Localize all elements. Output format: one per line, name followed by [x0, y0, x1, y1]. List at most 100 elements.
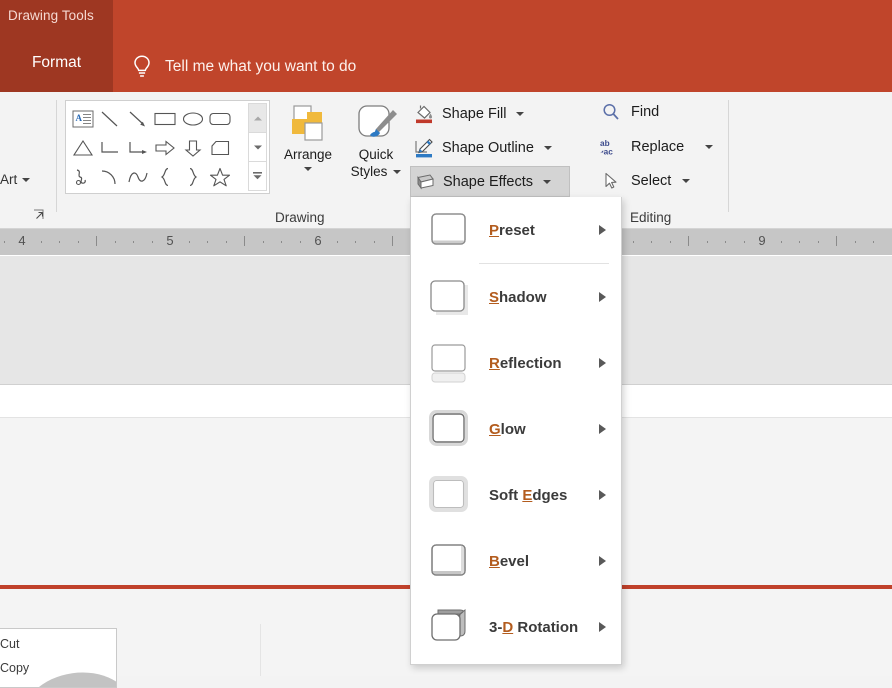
scribble-shape[interactable]	[69, 163, 97, 192]
context-menu-item-cut[interactable]: Cut	[0, 637, 19, 651]
triangle-shape[interactable]	[69, 133, 97, 162]
menu-item-soft-edges[interactable]: Soft Edges	[411, 462, 621, 528]
scroll-up-icon[interactable]	[248, 103, 267, 132]
find-button[interactable]: Find	[600, 98, 659, 126]
shape-fill-button[interactable]: Shape Fill	[410, 98, 530, 129]
shapes-gallery[interactable]: A	[65, 100, 270, 194]
rotation-3d-effect-icon	[427, 605, 471, 649]
select-label: Select	[631, 173, 671, 189]
menu-item-label: Reflection	[489, 355, 562, 372]
bevel-effect-icon	[427, 539, 471, 583]
right-brace-shape[interactable]	[179, 163, 207, 192]
context-menu-item-copy[interactable]: Copy	[0, 661, 29, 675]
chevron-down-icon	[516, 112, 524, 116]
tell-me-box[interactable]: Tell me what you want to do	[131, 52, 356, 82]
context-menu-fragment[interactable]: Cut Copy	[0, 628, 117, 688]
ruler-tick	[133, 241, 134, 243]
submenu-arrow-icon	[599, 358, 606, 368]
shape-outline-button[interactable]: Shape Outline	[410, 132, 558, 163]
textbox-shape[interactable]: A	[69, 104, 97, 133]
right-arrow-shape[interactable]	[152, 133, 180, 162]
arrange-button[interactable]: Arrange	[276, 100, 340, 175]
ruler-tick	[688, 236, 689, 246]
menu-item-shadow[interactable]: Shadow	[411, 264, 621, 330]
ruler-tick	[281, 241, 282, 243]
wordart-label: Art	[0, 172, 17, 187]
curve-shape[interactable]	[124, 163, 152, 192]
magnifier-icon	[600, 102, 622, 122]
menu-item-bevel[interactable]: Bevel	[411, 528, 621, 594]
rectangle-shape[interactable]	[152, 104, 180, 133]
submenu-arrow-icon	[599, 556, 606, 566]
lightbulb-icon	[131, 54, 153, 80]
ruler-tick	[855, 241, 856, 243]
arc-shape[interactable]	[97, 163, 125, 192]
shapes-grid: A	[69, 104, 234, 192]
down-arrow-shape[interactable]	[179, 133, 207, 162]
ruler-tick	[670, 241, 671, 243]
chevron-down-icon	[682, 179, 690, 183]
find-label: Find	[631, 104, 659, 120]
elbow-connector-shape[interactable]	[97, 133, 125, 162]
decorative-gray-shape	[18, 666, 117, 688]
replace-button[interactable]: ab ac Replace	[600, 133, 713, 161]
chevron-down-icon	[304, 167, 312, 171]
paint-bucket-icon	[413, 103, 435, 125]
menu-item-preset[interactable]: Preset	[411, 197, 621, 263]
ruler-tick	[115, 241, 116, 243]
ruler-tick	[226, 241, 227, 243]
gallery-more-icon[interactable]	[248, 161, 267, 191]
shape-effects-dropdown[interactable]: Preset Shadow Reflection Glow Soft Edges Beve…	[410, 197, 622, 665]
menu-item-label: Bevel	[489, 553, 529, 570]
rounded-rectangle-shape[interactable]	[207, 104, 235, 133]
select-button[interactable]: Select	[600, 167, 690, 195]
group-title-drawing: Drawing	[275, 210, 325, 225]
chevron-down-icon	[705, 145, 713, 149]
ruler-tick	[300, 241, 301, 243]
group-title-editing: Editing	[630, 210, 671, 225]
chevron-down-icon	[543, 180, 551, 184]
menu-item-3-d-rotation[interactable]: 3-D Rotation	[411, 594, 621, 660]
preset-effect-icon	[427, 208, 471, 252]
ruler-tick	[41, 241, 42, 243]
ruler-number: 4	[18, 233, 25, 248]
svg-text:A: A	[75, 113, 82, 123]
elbow-arrow-connector-shape[interactable]	[124, 133, 152, 162]
quick-styles-button[interactable]: Quick Styles	[344, 100, 408, 180]
arrange-label: Arrange	[276, 146, 340, 163]
dialog-launcher-icon[interactable]	[32, 208, 46, 222]
tab-format[interactable]: Format	[0, 54, 113, 72]
ruler-tick	[836, 236, 837, 246]
wordart-dropdown[interactable]: Art	[0, 172, 30, 187]
ruler-tick	[799, 241, 800, 243]
soft-edges-effect-icon	[427, 473, 471, 517]
submenu-arrow-icon	[599, 225, 606, 235]
gallery-scrollbar[interactable]	[248, 103, 267, 191]
submenu-arrow-icon	[599, 490, 606, 500]
ruler-tick	[392, 236, 393, 246]
menu-item-label: Soft Edges	[489, 487, 567, 504]
ruler-tick	[337, 241, 338, 243]
shape-effects-label: Shape Effects	[443, 174, 533, 190]
oval-shape[interactable]	[179, 104, 207, 133]
menu-item-glow[interactable]: Glow	[411, 396, 621, 462]
quick-styles-icon	[344, 100, 408, 146]
line-arrow-shape[interactable]	[124, 104, 152, 133]
ruler-tick	[59, 241, 60, 243]
ruler-tick	[263, 241, 264, 243]
cursor-arrow-icon	[600, 171, 622, 191]
line-shape[interactable]	[97, 104, 125, 133]
left-brace-shape[interactable]	[152, 163, 180, 192]
menu-item-reflection[interactable]: Reflection	[411, 330, 621, 396]
menu-item-label: Preset	[489, 222, 535, 239]
ruler-tick	[207, 241, 208, 243]
replace-label: Replace	[631, 139, 684, 155]
quick-styles-label-2: Styles	[351, 163, 388, 180]
scroll-down-icon[interactable]	[248, 132, 267, 161]
folded-corner-shape[interactable]	[207, 133, 235, 162]
shape-effects-button[interactable]: Shape Effects	[410, 166, 570, 197]
quick-styles-label-1: Quick	[344, 146, 408, 163]
submenu-arrow-icon	[599, 424, 606, 434]
group-divider	[56, 100, 57, 212]
star-shape[interactable]	[207, 163, 235, 192]
